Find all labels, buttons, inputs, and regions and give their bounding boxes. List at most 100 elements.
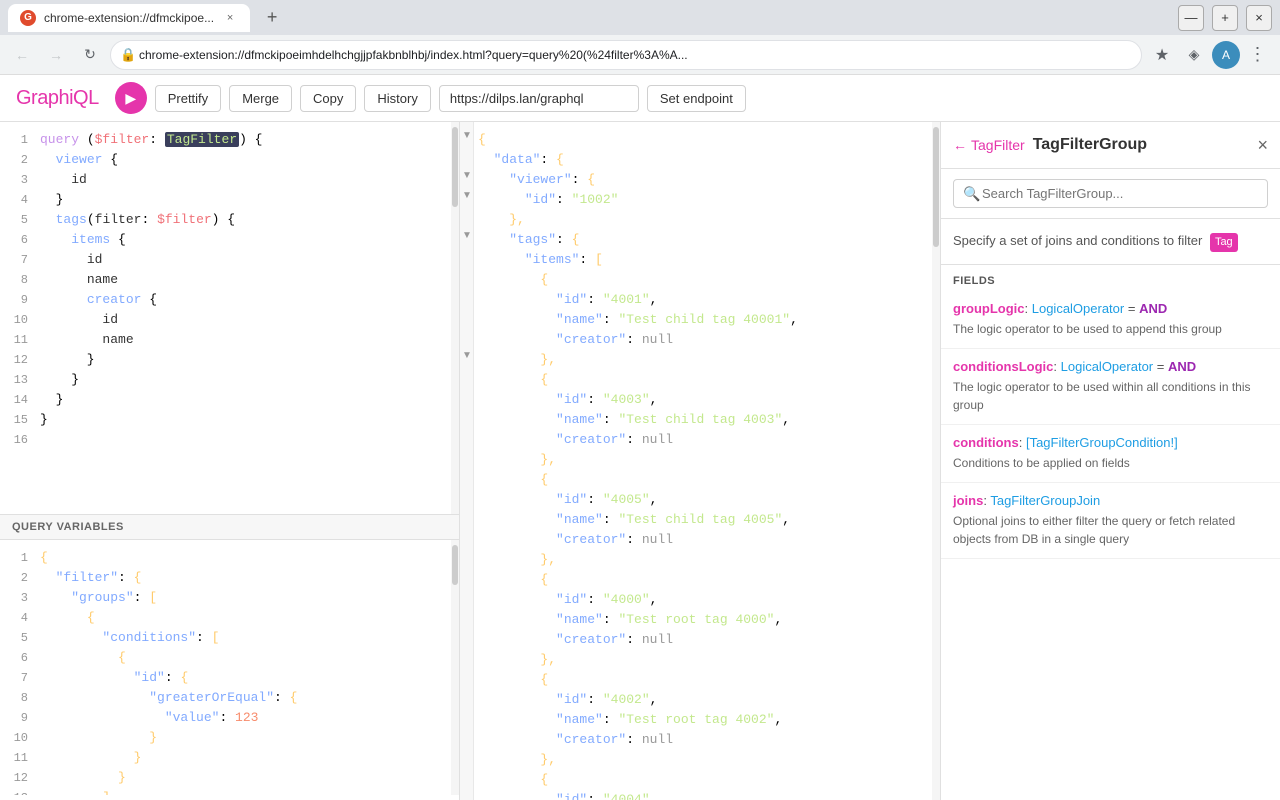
history-button[interactable]: History	[364, 85, 430, 112]
merge-button[interactable]: Merge	[229, 85, 292, 112]
vars-scroll-thumb	[452, 545, 458, 585]
res-line-25: "name": "Test root tag 4000",	[478, 610, 940, 630]
docs-field-joins-desc: Optional joins to either filter the quer…	[953, 512, 1268, 548]
res-line-14: "id": "4003",	[478, 390, 940, 410]
var-line-11: 11 }	[0, 748, 459, 768]
docs-field-joins-name: joins: TagFilterGroupJoin	[953, 493, 1268, 508]
query-line-7: 7 id	[0, 250, 459, 270]
res-line-13: {	[478, 370, 940, 390]
res-line-32: },	[478, 750, 940, 770]
docs-field-conditions: conditions: [TagFilterGroupCondition!] C…	[941, 425, 1280, 483]
var-line-6: 6 {	[0, 648, 459, 668]
docs-close-button[interactable]: ×	[1257, 135, 1268, 156]
docs-description: Specify a set of joins and conditions to…	[941, 219, 1280, 265]
var-line-5: 5 "conditions": [	[0, 628, 459, 648]
res-line-27: },	[478, 650, 940, 670]
var-line-7: 7 "id": {	[0, 668, 459, 688]
chrome-titlebar: G chrome-extension://dfmckipoe... × + — …	[0, 0, 1280, 35]
res-line-7: "items": [	[478, 250, 940, 270]
fold-triangle-3[interactable]: ▼	[462, 190, 472, 201]
var-line-12: 12 }	[0, 768, 459, 788]
query-line-1: 1 query ($filter: TagFilter) {	[0, 130, 459, 150]
forward-button[interactable]: →	[42, 41, 70, 69]
variables-code-editor[interactable]: 1 { 2 "filter": { 3 "groups": [ 4 {	[0, 540, 459, 795]
query-code-editor[interactable]: 1 query ($filter: TagFilter) { 2 viewer …	[0, 122, 459, 514]
close-button[interactable]: ×	[1246, 5, 1272, 31]
extension-icon-1[interactable]: ◈	[1180, 41, 1208, 69]
active-tab[interactable]: G chrome-extension://dfmckipoe... ×	[8, 4, 250, 32]
docs-field-conditionslogic-name: conditionsLogic: LogicalOperator = AND	[953, 359, 1268, 374]
res-line-6: "tags": {	[478, 230, 940, 250]
browser-actions: ★ ◈ A ⋮	[1148, 41, 1272, 69]
set-endpoint-button[interactable]: Set endpoint	[647, 85, 746, 112]
query-variables-header: QUERY VARIABLES	[0, 515, 459, 540]
res-line-19: "id": "4005",	[478, 490, 940, 510]
endpoint-input[interactable]	[439, 85, 639, 112]
var-line-8: 8 "greaterOrEqual": {	[0, 688, 459, 708]
res-line-33: {	[478, 770, 940, 790]
res-line-3: "viewer": {	[478, 170, 940, 190]
docs-back-button[interactable]: ← TagFilter	[953, 137, 1025, 153]
prettify-button[interactable]: Prettify	[155, 85, 221, 112]
more-button[interactable]: ⋮	[1244, 41, 1272, 69]
res-line-28: {	[478, 670, 940, 690]
result-scroll-thumb	[933, 127, 939, 247]
res-line-30: "name": "Test root tag 4002",	[478, 710, 940, 730]
result-scrollbar	[932, 122, 940, 800]
docs-title: TagFilterGroup	[1033, 136, 1250, 154]
query-line-2: 2 viewer {	[0, 150, 459, 170]
res-line-24: "id": "4000",	[478, 590, 940, 610]
result-pane[interactable]: ▼ ▼ ▼ ▼ ▼ { "data": { "viewer": {	[460, 122, 940, 800]
tab-favicon: G	[20, 10, 36, 26]
docs-description-text: Specify a set of joins and conditions to…	[953, 233, 1202, 248]
res-line-10: "name": "Test child tag 40001",	[478, 310, 940, 330]
address-bar-wrap: 🔒 chrome-extension://dfmckipoeimhdelhchg…	[110, 40, 1142, 70]
fold-triangle-1[interactable]: ▼	[462, 130, 472, 141]
query-line-4: 4 }	[0, 190, 459, 210]
docs-field-conditionslogic-desc: The logic operator to be used within all…	[953, 378, 1268, 414]
back-button[interactable]: ←	[8, 41, 36, 69]
query-variables-section: QUERY VARIABLES 1 { 2 "filter": { 3 "gro…	[0, 515, 459, 800]
fold-triangle-4[interactable]: ▼	[462, 230, 472, 241]
bookmark-button[interactable]: ★	[1148, 41, 1176, 69]
window-controls: — + ×	[1178, 5, 1272, 31]
query-line-15: 15 }	[0, 410, 459, 430]
profile-button[interactable]: A	[1212, 41, 1240, 69]
res-line-4: "id": "1002"	[478, 190, 940, 210]
new-tab-button[interactable]: +	[258, 4, 286, 32]
res-line-31: "creator": null	[478, 730, 940, 750]
query-line-6: 6 items {	[0, 230, 459, 250]
query-line-13: 13 }	[0, 370, 459, 390]
docs-search-input[interactable]	[953, 179, 1268, 208]
docs-field-conditions-desc: Conditions to be applied on fields	[953, 454, 1268, 472]
res-line-22: },	[478, 550, 940, 570]
run-button[interactable]: ▶	[115, 82, 147, 114]
reload-button[interactable]: ↻	[76, 41, 104, 69]
query-editor[interactable]: 1 query ($filter: TagFilter) { 2 viewer …	[0, 122, 459, 515]
res-line-11: "creator": null	[478, 330, 940, 350]
query-editor-scroll-thumb	[452, 127, 458, 207]
graphiql-toolbar: GraphiQL ▶ Prettify Merge Copy History S…	[0, 75, 1280, 122]
res-line-26: "creator": null	[478, 630, 940, 650]
var-line-3: 3 "groups": [	[0, 588, 459, 608]
query-line-11: 11 name	[0, 330, 459, 350]
fold-triangle-5[interactable]: ▼	[462, 350, 472, 361]
docs-field-conditionslogic: conditionsLogic: LogicalOperator = AND T…	[941, 349, 1280, 425]
tab-close-button[interactable]: ×	[222, 10, 238, 26]
docs-back-label[interactable]: TagFilter	[971, 137, 1025, 153]
url-display[interactable]: chrome-extension://dfmckipoeimhdelhchgjj…	[110, 40, 1142, 70]
query-line-9: 9 creator {	[0, 290, 459, 310]
minimize-button[interactable]: —	[1178, 5, 1204, 31]
address-bar: ← → ↻ 🔒 chrome-extension://dfmckipoeimhd…	[0, 35, 1280, 75]
query-line-3: 3 id	[0, 170, 459, 190]
res-line-20: "name": "Test child tag 4005",	[478, 510, 940, 530]
var-line-13: 13 ]	[0, 788, 459, 795]
maximize-button[interactable]: +	[1212, 5, 1238, 31]
query-line-10: 10 id	[0, 310, 459, 330]
res-line-5: },	[478, 210, 940, 230]
copy-button[interactable]: Copy	[300, 85, 356, 112]
graphiql-app: GraphiQL ▶ Prettify Merge Copy History S…	[0, 75, 1280, 800]
graphiql-main: 1 query ($filter: TagFilter) { 2 viewer …	[0, 122, 1280, 800]
result-code-editor[interactable]: { "data": { "viewer": { "id": "1002" },	[460, 122, 940, 800]
fold-triangle-2[interactable]: ▼	[462, 170, 472, 181]
